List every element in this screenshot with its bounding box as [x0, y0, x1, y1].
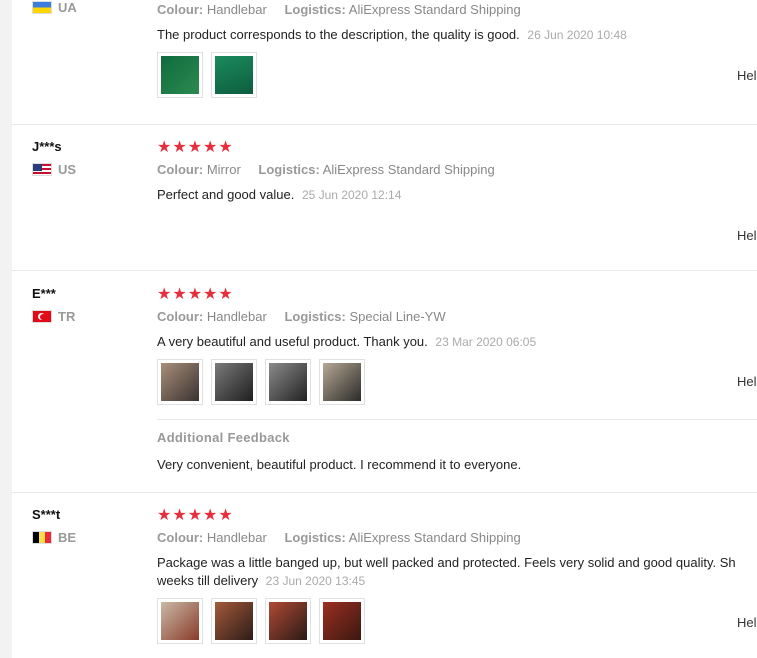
logistics-value: AliExpress Standard Shipping [348, 530, 521, 545]
colour-label: Colour: [157, 309, 204, 324]
flag-us-icon [32, 163, 52, 176]
logistics-value: Special Line-YW [349, 309, 446, 324]
reviewer-name: J***s [32, 139, 62, 154]
review-body-line2: weeks till delivery 23 Jun 2020 13:45 [157, 572, 757, 590]
logistics-label: Logistics: [284, 309, 346, 324]
review-info: Colour: Mirror Logistics: AliExpress Sta… [157, 162, 757, 178]
review-body-line1: Package was a little banged up, but well… [157, 555, 736, 570]
colour-label: Colour: [157, 530, 204, 545]
helpful-button[interactable]: Hel [737, 228, 757, 243]
review-photo[interactable] [157, 598, 203, 644]
reviewer-name: S***t [32, 507, 61, 522]
left-gutter [0, 0, 12, 658]
additional-feedback-text: Very convenient, beautiful product. I re… [157, 457, 522, 472]
logistics-label: Logistics: [258, 162, 320, 177]
review-info: Colour: Handlebar Logistics: AliExpress … [157, 530, 757, 546]
country-code: UA [58, 0, 77, 15]
review-date: 26 Jun 2020 10:48 [527, 28, 627, 42]
review-body: A very beautiful and useful product. Tha… [157, 334, 428, 349]
country-code: US [58, 162, 77, 177]
reviewer: UA [32, 0, 77, 15]
colour-value: Handlebar [206, 309, 267, 324]
star-rating: ★★★★★ [157, 507, 234, 524]
flag-ua-icon [32, 1, 52, 14]
colour-value: Mirror [206, 162, 241, 177]
review-photos [157, 52, 757, 98]
colour-label: Colour: [157, 2, 204, 17]
review-text: Package was a little banged up, but well… [157, 554, 757, 590]
review-text: A very beautiful and useful product. Tha… [157, 333, 757, 351]
colour-value: Handlebar [206, 2, 267, 17]
reviewer: J***s US [32, 138, 76, 177]
review-photo[interactable] [211, 359, 257, 405]
review-text: Perfect and good value. 25 Jun 2020 12:1… [157, 186, 757, 204]
review-date: 23 Mar 2020 06:05 [435, 335, 537, 349]
country-code: TR [58, 309, 76, 324]
country-code: BE [58, 530, 77, 545]
helpful-button[interactable]: Hel [737, 68, 757, 83]
review-photo[interactable] [157, 359, 203, 405]
additional-feedback: Additional Feedback Very convenient, bea… [157, 419, 757, 472]
review-content: ★★★★★ Colour: Handlebar Logistics: AliEx… [157, 506, 757, 644]
flag-be-icon [32, 531, 52, 544]
review-photo[interactable] [211, 52, 257, 98]
reviewer-country: TR [32, 309, 75, 324]
review-photo[interactable] [319, 359, 365, 405]
review-photo[interactable] [265, 598, 311, 644]
review-date: 25 Jun 2020 12:14 [301, 188, 402, 202]
reviewer-country: UA [32, 0, 77, 15]
review-content: ★★★★★ Colour: Mirror Logistics: AliExpre… [157, 138, 757, 204]
reviewer-name: E*** [32, 286, 56, 301]
review-photo[interactable] [157, 52, 203, 98]
star-rating: ★★★★★ [157, 139, 234, 156]
review-date: 23 Jun 2020 13:45 [265, 574, 366, 588]
review-item: S***t BE ★★★★★ Colour: Handlebar Logisti… [12, 492, 757, 658]
review-content: ★★★★★ Colour: Handlebar Logistics: Speci… [157, 285, 757, 472]
review-item: UA Colour: Handlebar Logistics: AliExpre… [12, 0, 757, 125]
review-info: Colour: Handlebar Logistics: AliExpress … [157, 2, 757, 18]
review-item: J***s US ★★★★★ Colour: Mirror Logistics:… [12, 124, 757, 271]
reviewer-country: US [32, 162, 76, 177]
logistics-value: AliExpress Standard Shipping [322, 162, 495, 177]
logistics-value: AliExpress Standard Shipping [348, 2, 521, 17]
logistics-label: Logistics: [284, 530, 346, 545]
additional-feedback-title: Additional Feedback [157, 430, 290, 445]
review-body: The product corresponds to the descripti… [157, 27, 520, 42]
review-body: Perfect and good value. [157, 187, 295, 202]
helpful-button[interactable]: Hel [737, 615, 757, 630]
reviewer-country: BE [32, 530, 76, 545]
helpful-button[interactable]: Hel [737, 374, 757, 389]
review-photos [157, 359, 757, 405]
reviewer: E*** TR [32, 285, 75, 324]
star-rating: ★★★★★ [157, 286, 234, 303]
flag-tr-icon [32, 310, 52, 323]
logistics-label: Logistics: [284, 2, 346, 17]
reviewer: S***t BE [32, 506, 76, 545]
review-photo[interactable] [319, 598, 365, 644]
review-item: E*** TR ★★★★★ Colour: Handlebar Logistic… [12, 270, 757, 493]
review-body: weeks till delivery [157, 573, 259, 588]
colour-value: Handlebar [206, 530, 267, 545]
review-info: Colour: Handlebar Logistics: Special Lin… [157, 309, 757, 325]
review-photos [157, 598, 757, 644]
review-photo[interactable] [265, 359, 311, 405]
review-content: Colour: Handlebar Logistics: AliExpress … [157, 2, 757, 98]
review-photo[interactable] [211, 598, 257, 644]
colour-label: Colour: [157, 162, 204, 177]
review-text: The product corresponds to the descripti… [157, 26, 757, 44]
